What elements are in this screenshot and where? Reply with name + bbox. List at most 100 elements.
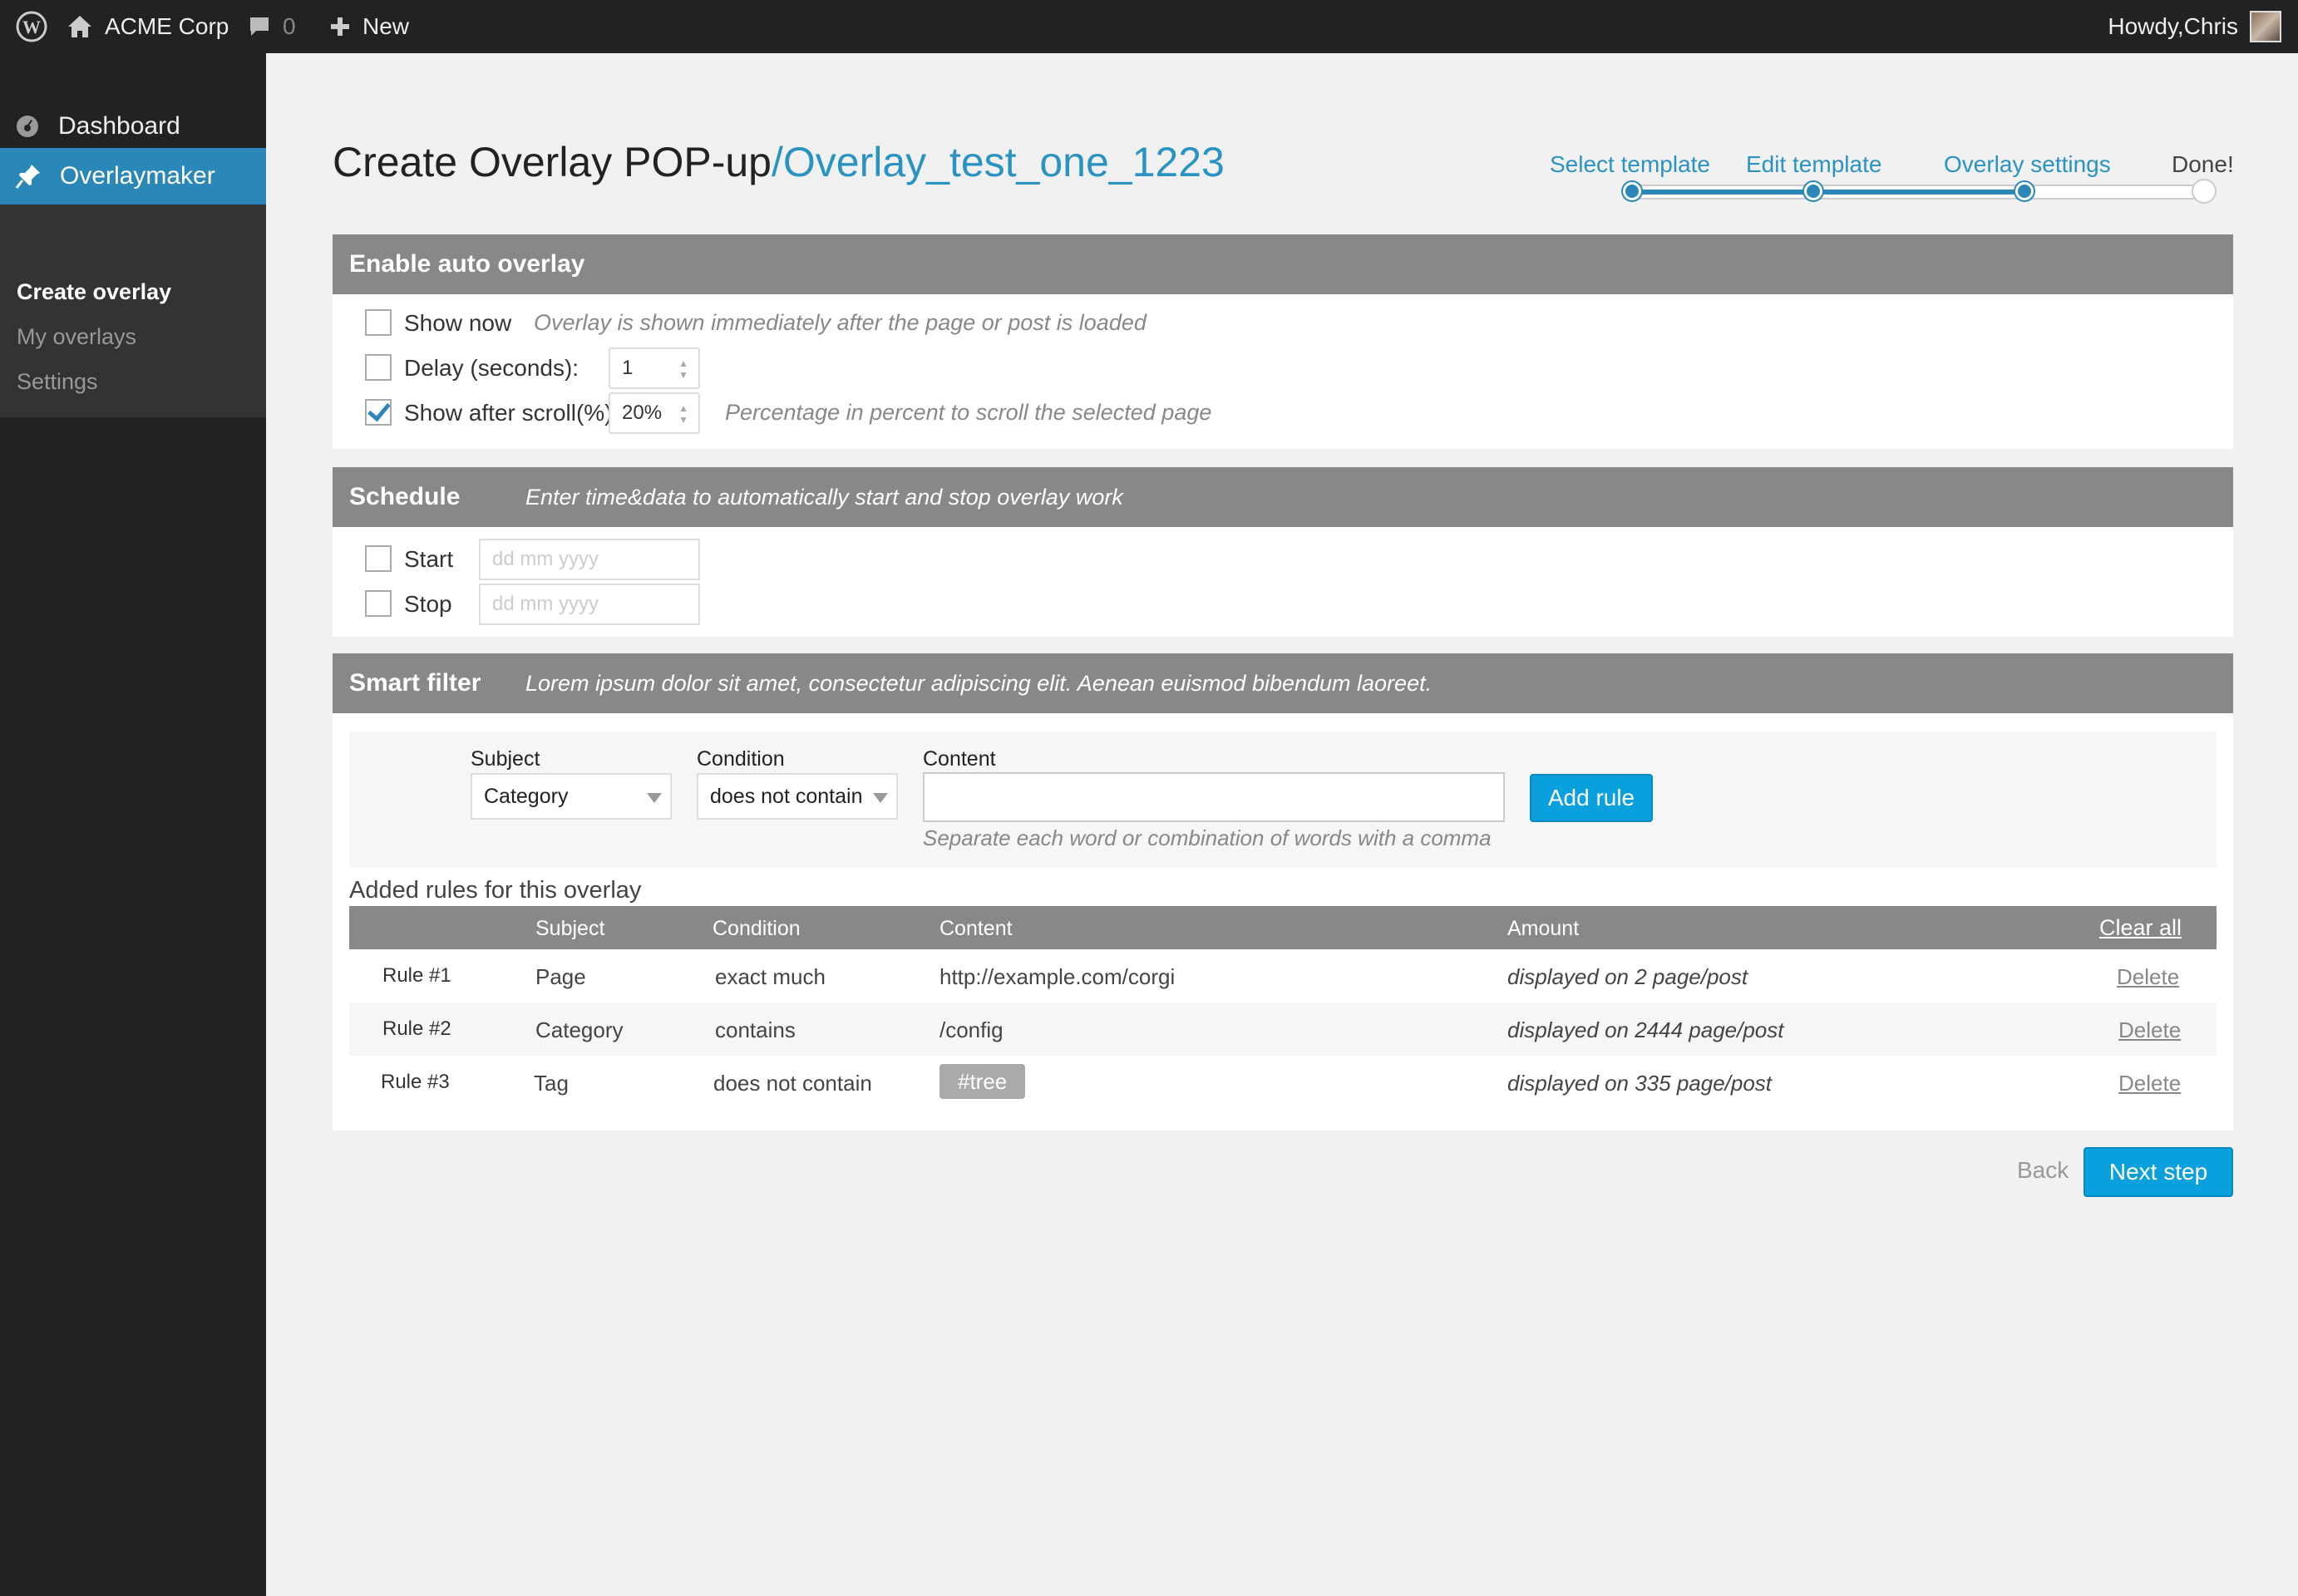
stepper-arrows-icon[interactable]: ▲ ▼ [678,402,688,426]
table-row: Rule #1 Page exact much http://example.c… [349,949,2217,1002]
rule-subject: Page [535,964,586,989]
rule-condition: contains [715,1017,796,1042]
step-done: Done! [2172,151,2234,177]
smart-filter-heading: Smart filter [349,669,481,697]
site-name: ACME Corp [105,13,229,39]
svg-text:W: W [22,17,41,37]
comment-icon [250,17,269,36]
avatar [2250,11,2281,42]
plus-icon [331,17,349,36]
pin-icon [15,165,40,189]
content-hint: Separate each word or combination of wor… [923,825,1492,850]
rule-condition: does not contain [713,1071,872,1096]
page-title: Create Overlay POP-up/Overlay_test_one_1… [333,138,1225,186]
start-label: Start [404,546,454,572]
content-input[interactable] [923,772,1505,822]
delete-rule-link[interactable]: Delete [2117,964,2179,990]
scroll-label: Show after scroll(%): [404,400,619,426]
column-header-condition: Condition [713,917,801,940]
rule-number: Rule #3 [381,1071,450,1093]
condition-value: does not contain [710,784,863,808]
step-dot-3 [2015,182,2034,200]
new-label: New [362,13,410,39]
schedule-header: Schedule Enter time&data to automaticall… [333,467,2233,527]
delay-checkbox[interactable] [365,354,392,381]
table-row: Rule #3 Tag does not contain #tree displ… [349,1056,2217,1109]
start-date-input[interactable]: dd mm yyyy [479,539,700,580]
subject-select[interactable]: Category [471,773,672,820]
scroll-hint: Percentage in percent to scroll the sele… [725,400,1212,425]
rule-content: /config [939,1017,1004,1042]
overlaymaker-submenu: Create overlay My overlays Settings [0,204,266,417]
delay-value: 1 [622,357,634,379]
rule-subject: Category [535,1017,624,1042]
column-header-subject: Subject [535,917,605,940]
scroll-stepper[interactable]: 20% ▲ ▼ [609,392,700,434]
condition-label: Condition [697,747,785,771]
rules-table-header: Subject Condition Content Amount Clear a… [349,906,2217,949]
submenu-settings[interactable]: Settings [17,369,98,395]
page-title-main: Create Overlay POP-up [333,139,772,185]
delete-rule-link[interactable]: Delete [2118,1071,2181,1096]
stepper-arrows-icon[interactable]: ▲ ▼ [678,357,688,381]
schedule-heading: Schedule [349,483,461,510]
condition-select[interactable]: does not contain [697,773,898,820]
delay-stepper[interactable]: 1 ▲ ▼ [609,347,700,389]
smart-filter-description: Lorem ipsum dolor sit amet, consectetur … [525,670,1433,696]
step-overlay-settings[interactable]: Overlay settings [1944,151,2111,178]
step-dot-2 [1804,182,1822,200]
delete-rule-link[interactable]: Delete [2118,1017,2181,1043]
subject-value: Category [484,784,569,808]
wordpress-logo-icon[interactable]: W [15,0,48,53]
scroll-value: 20% [622,401,663,424]
stop-date-input[interactable]: dd mm yyyy [479,584,700,625]
comments-count: 0 [283,13,296,39]
rule-number: Rule #1 [382,964,451,987]
add-rule-button[interactable]: Add rule [1530,774,1653,822]
start-checkbox[interactable] [365,545,392,572]
delay-label: Delay (seconds): [404,355,579,381]
step-dot-1 [1623,182,1641,200]
show-now-hint: Overlay is shown immediately after the p… [534,310,1147,335]
sidebar-item-label: Overlaymaker [60,162,215,190]
rule-condition: exact much [715,964,826,989]
show-now-checkbox[interactable] [365,309,392,336]
steps-progress-fill [1626,190,2025,195]
step-dot-4 [2193,180,2215,202]
schedule-description: Enter time&data to automatically start a… [525,484,1123,510]
back-link[interactable]: Back [2017,1157,2069,1184]
scroll-checkbox[interactable] [365,399,392,426]
clear-all-link[interactable]: Clear all [2099,915,2182,941]
table-row: Rule #2 Category contains /config displa… [349,1002,2217,1056]
steps-progress-track [1625,185,2215,200]
stop-checkbox[interactable] [365,590,392,617]
comments-link[interactable]: 0 [248,0,296,53]
subject-label: Subject [471,747,540,771]
new-content-link[interactable]: New [329,0,409,53]
admin-sidebar: Dashboard Overlaymaker Create overlay My… [0,53,266,1596]
rule-number: Rule #2 [382,1017,451,1040]
smart-filter-header: Smart filter Lorem ipsum dolor sit amet,… [333,653,2233,713]
submenu-my-overlays[interactable]: My overlays [17,324,136,350]
sidebar-item-dashboard[interactable]: Dashboard [0,98,266,155]
tag-badge: #tree [939,1064,1026,1099]
sidebar-item-overlaymaker[interactable]: Overlaymaker [0,148,266,204]
column-header-amount: Amount [1507,917,1580,940]
rule-subject: Tag [534,1071,569,1096]
rule-amount: displayed on 335 page/post [1507,1071,1773,1096]
auto-overlay-header: Enable auto overlay [333,234,2233,294]
rule-amount: displayed on 2 page/post [1507,964,1748,989]
user-greeting: Howdy,Chris [2108,13,2238,39]
show-now-label: Show now [404,310,512,336]
chevron-down-icon [647,793,662,803]
step-select-template[interactable]: Select template [1550,151,1710,178]
next-step-button[interactable]: Next step [2083,1147,2233,1197]
user-menu[interactable]: Howdy,Chris [2108,0,2281,53]
rules-title: Added rules for this overlay [349,877,642,904]
admin-bar: W ACME Corp 0 New Howdy,Chris [0,0,2298,53]
submenu-create-overlay[interactable]: Create overlay [17,279,171,305]
stop-label: Stop [404,591,452,617]
site-name-link[interactable]: ACME Corp [67,0,229,53]
step-edit-template[interactable]: Edit template [1746,151,1881,178]
rule-amount: displayed on 2444 page/post [1507,1017,1784,1042]
